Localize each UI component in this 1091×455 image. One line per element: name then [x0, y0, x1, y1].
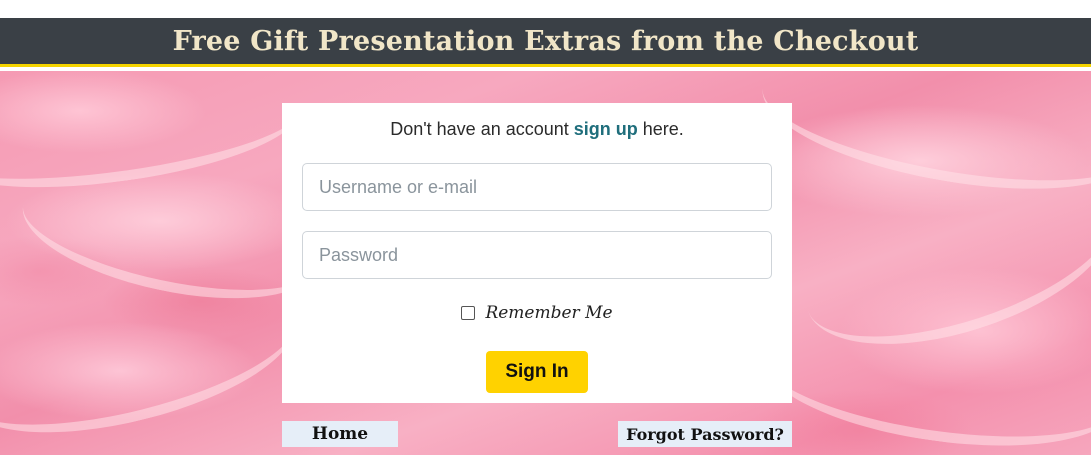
signup-link[interactable]: sign up — [574, 119, 638, 139]
header-banner: Free Gift Presentation Extras from the C… — [0, 18, 1091, 64]
top-strip — [0, 0, 1091, 18]
username-input[interactable] — [302, 163, 772, 211]
remember-me-label[interactable]: Remember Me — [485, 303, 612, 323]
password-input[interactable] — [302, 231, 772, 279]
signup-suffix: here. — [637, 119, 684, 139]
frosting-swirl — [753, 296, 1091, 455]
login-form: Don't have an account sign up here. Reme… — [282, 103, 792, 403]
sign-in-button[interactable]: Sign In — [486, 351, 588, 393]
page-title: Free Gift Presentation Extras from the C… — [172, 25, 919, 57]
forgot-password-link[interactable]: Forgot Password? — [618, 421, 792, 447]
signup-prefix: Don't have an account — [390, 119, 574, 139]
remember-me-row: Remember Me — [282, 303, 792, 323]
signup-prompt: Don't have an account sign up here. — [282, 119, 792, 140]
home-link[interactable]: Home — [282, 421, 398, 447]
remember-me-checkbox[interactable] — [461, 306, 476, 320]
